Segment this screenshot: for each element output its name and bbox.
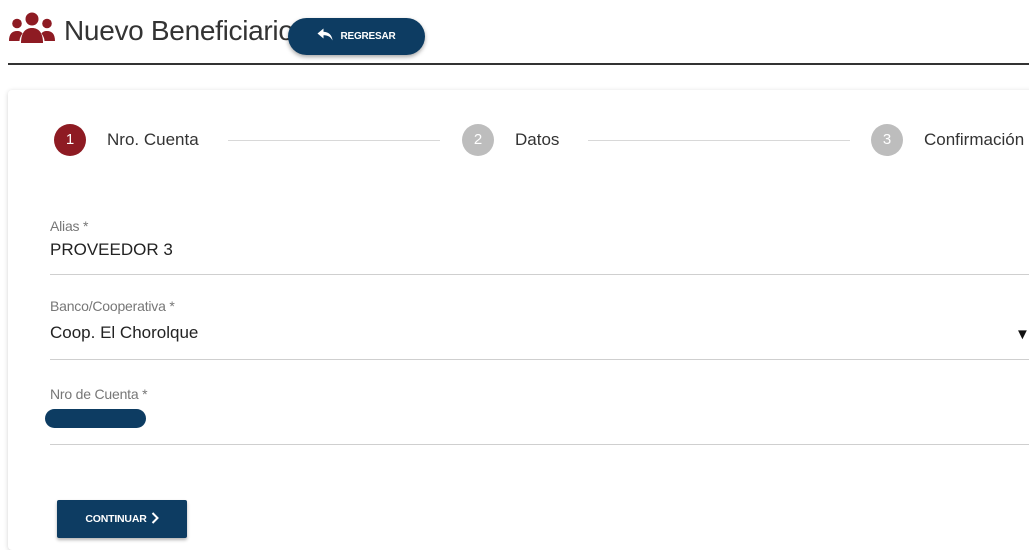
continue-button-label: CONTINUAR — [85, 513, 147, 525]
alias-underline — [50, 274, 1029, 275]
bank-label: Banco/Cooperativa * — [50, 298, 175, 314]
page-title: Nuevo Beneficiario — [64, 15, 294, 46]
step-1-circle: 1 — [54, 124, 86, 156]
users-icon — [8, 11, 56, 45]
step-1-label: Nro. Cuenta — [107, 130, 199, 149]
account-underline — [50, 444, 1029, 445]
continue-button[interactable]: CONTINUAR — [57, 500, 187, 538]
back-button-label: REGRESAR — [340, 31, 396, 42]
alias-input[interactable]: PROVEEDOR 3 — [50, 240, 173, 260]
step-3-label: Confirmación — [924, 130, 1025, 149]
dropdown-arrow-icon[interactable]: ▼ — [1015, 326, 1029, 343]
bank-selected-value[interactable]: Coop. El Chorolque — [50, 323, 198, 343]
page-header: Nuevo Beneficiario REGRESAR — [0, 0, 1029, 66]
step-connector — [588, 140, 850, 141]
form-card: 1 Nro. Cuenta 2 Datos 3 Confirmación Ali… — [8, 90, 1029, 550]
header-divider — [8, 63, 1029, 65]
step-2-label: Datos — [515, 130, 560, 149]
step-3-circle: 3 — [871, 124, 903, 156]
bank-underline — [50, 359, 1029, 360]
alias-label: Alias * — [50, 218, 89, 234]
step-2-circle: 2 — [462, 124, 494, 156]
reply-arrow-icon — [317, 28, 333, 45]
account-input-masked[interactable] — [45, 409, 146, 428]
back-button[interactable]: REGRESAR — [288, 18, 425, 55]
chevron-right-icon — [151, 511, 159, 527]
step-connector — [228, 140, 440, 141]
account-label: Nro de Cuenta * — [50, 386, 148, 402]
